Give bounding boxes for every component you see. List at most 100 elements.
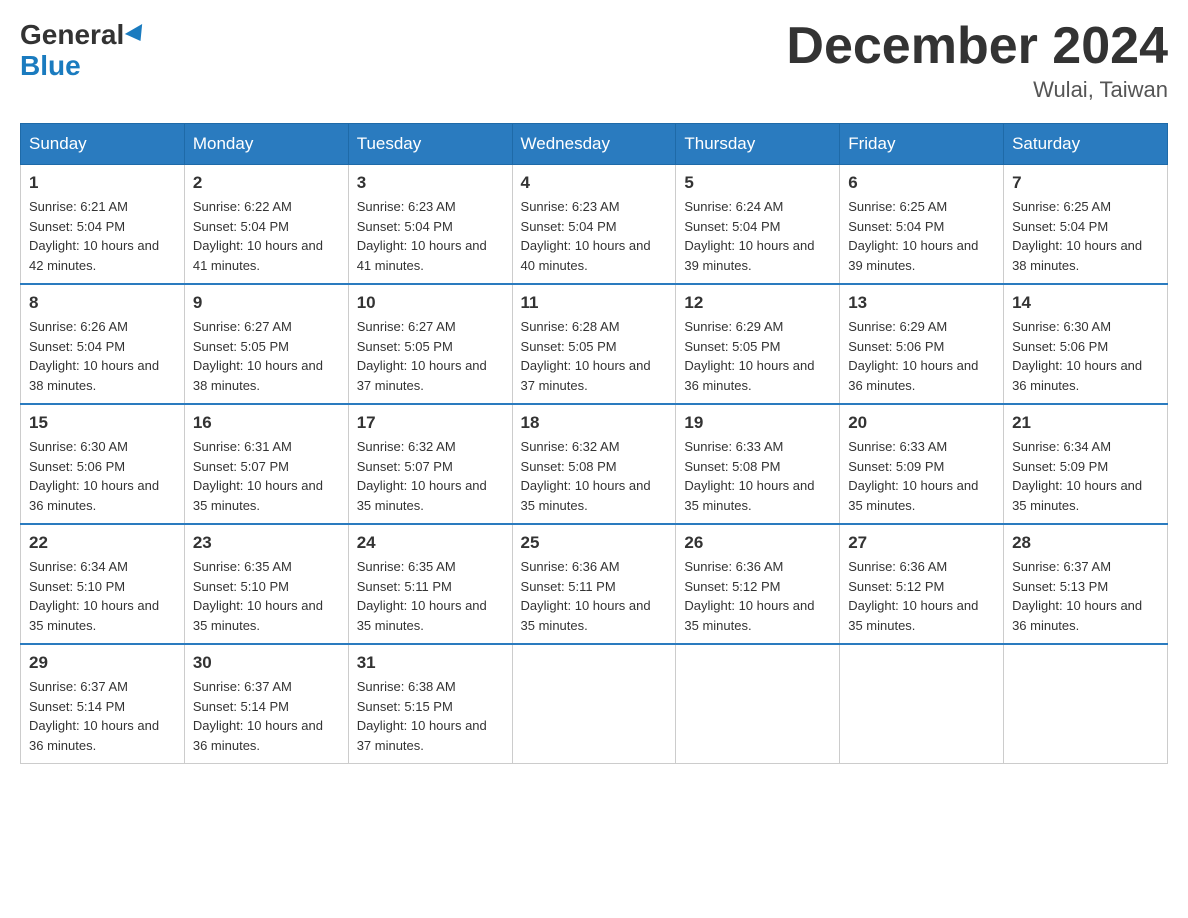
calendar-cell: 13 Sunrise: 6:29 AM Sunset: 5:06 PM Dayl… (840, 284, 1004, 404)
day-number: 28 (1012, 533, 1159, 553)
calendar-cell: 1 Sunrise: 6:21 AM Sunset: 5:04 PM Dayli… (21, 165, 185, 285)
day-number: 7 (1012, 173, 1159, 193)
calendar-table: SundayMondayTuesdayWednesdayThursdayFrid… (20, 123, 1168, 764)
calendar-cell: 11 Sunrise: 6:28 AM Sunset: 5:05 PM Dayl… (512, 284, 676, 404)
calendar-week-row: 1 Sunrise: 6:21 AM Sunset: 5:04 PM Dayli… (21, 165, 1168, 285)
day-number: 11 (521, 293, 668, 313)
day-info: Sunrise: 6:26 AM Sunset: 5:04 PM Dayligh… (29, 317, 176, 395)
day-number: 29 (29, 653, 176, 673)
weekday-header-sunday: Sunday (21, 124, 185, 165)
calendar-cell: 31 Sunrise: 6:38 AM Sunset: 5:15 PM Dayl… (348, 644, 512, 764)
day-number: 26 (684, 533, 831, 553)
weekday-header-monday: Monday (184, 124, 348, 165)
day-number: 8 (29, 293, 176, 313)
day-info: Sunrise: 6:36 AM Sunset: 5:11 PM Dayligh… (521, 557, 668, 635)
weekday-header-saturday: Saturday (1004, 124, 1168, 165)
calendar-cell: 17 Sunrise: 6:32 AM Sunset: 5:07 PM Dayl… (348, 404, 512, 524)
day-number: 19 (684, 413, 831, 433)
logo-triangle-icon (125, 24, 149, 46)
day-number: 1 (29, 173, 176, 193)
day-info: Sunrise: 6:29 AM Sunset: 5:05 PM Dayligh… (684, 317, 831, 395)
day-info: Sunrise: 6:34 AM Sunset: 5:09 PM Dayligh… (1012, 437, 1159, 515)
calendar-cell: 2 Sunrise: 6:22 AM Sunset: 5:04 PM Dayli… (184, 165, 348, 285)
calendar-cell: 23 Sunrise: 6:35 AM Sunset: 5:10 PM Dayl… (184, 524, 348, 644)
day-number: 20 (848, 413, 995, 433)
calendar-cell: 3 Sunrise: 6:23 AM Sunset: 5:04 PM Dayli… (348, 165, 512, 285)
logo-general-text: General (20, 19, 124, 50)
day-number: 13 (848, 293, 995, 313)
day-number: 27 (848, 533, 995, 553)
calendar-cell (1004, 644, 1168, 764)
day-info: Sunrise: 6:25 AM Sunset: 5:04 PM Dayligh… (1012, 197, 1159, 275)
day-number: 14 (1012, 293, 1159, 313)
day-number: 30 (193, 653, 340, 673)
day-info: Sunrise: 6:31 AM Sunset: 5:07 PM Dayligh… (193, 437, 340, 515)
day-number: 25 (521, 533, 668, 553)
calendar-cell: 8 Sunrise: 6:26 AM Sunset: 5:04 PM Dayli… (21, 284, 185, 404)
logo: General Blue (20, 20, 147, 82)
day-info: Sunrise: 6:36 AM Sunset: 5:12 PM Dayligh… (684, 557, 831, 635)
calendar-week-row: 29 Sunrise: 6:37 AM Sunset: 5:14 PM Dayl… (21, 644, 1168, 764)
weekday-header-tuesday: Tuesday (348, 124, 512, 165)
calendar-cell: 27 Sunrise: 6:36 AM Sunset: 5:12 PM Dayl… (840, 524, 1004, 644)
calendar-cell: 26 Sunrise: 6:36 AM Sunset: 5:12 PM Dayl… (676, 524, 840, 644)
day-info: Sunrise: 6:33 AM Sunset: 5:09 PM Dayligh… (848, 437, 995, 515)
day-info: Sunrise: 6:33 AM Sunset: 5:08 PM Dayligh… (684, 437, 831, 515)
calendar-cell: 6 Sunrise: 6:25 AM Sunset: 5:04 PM Dayli… (840, 165, 1004, 285)
calendar-cell: 20 Sunrise: 6:33 AM Sunset: 5:09 PM Dayl… (840, 404, 1004, 524)
day-number: 18 (521, 413, 668, 433)
day-number: 6 (848, 173, 995, 193)
day-info: Sunrise: 6:35 AM Sunset: 5:11 PM Dayligh… (357, 557, 504, 635)
day-number: 12 (684, 293, 831, 313)
day-info: Sunrise: 6:27 AM Sunset: 5:05 PM Dayligh… (357, 317, 504, 395)
calendar-cell: 4 Sunrise: 6:23 AM Sunset: 5:04 PM Dayli… (512, 165, 676, 285)
day-number: 9 (193, 293, 340, 313)
calendar-cell: 14 Sunrise: 6:30 AM Sunset: 5:06 PM Dayl… (1004, 284, 1168, 404)
day-info: Sunrise: 6:30 AM Sunset: 5:06 PM Dayligh… (29, 437, 176, 515)
day-number: 24 (357, 533, 504, 553)
location: Wulai, Taiwan (786, 77, 1168, 103)
day-info: Sunrise: 6:32 AM Sunset: 5:07 PM Dayligh… (357, 437, 504, 515)
day-info: Sunrise: 6:27 AM Sunset: 5:05 PM Dayligh… (193, 317, 340, 395)
day-info: Sunrise: 6:32 AM Sunset: 5:08 PM Dayligh… (521, 437, 668, 515)
calendar-cell: 25 Sunrise: 6:36 AM Sunset: 5:11 PM Dayl… (512, 524, 676, 644)
day-number: 31 (357, 653, 504, 673)
calendar-cell: 22 Sunrise: 6:34 AM Sunset: 5:10 PM Dayl… (21, 524, 185, 644)
day-info: Sunrise: 6:23 AM Sunset: 5:04 PM Dayligh… (357, 197, 504, 275)
calendar-cell: 28 Sunrise: 6:37 AM Sunset: 5:13 PM Dayl… (1004, 524, 1168, 644)
day-info: Sunrise: 6:30 AM Sunset: 5:06 PM Dayligh… (1012, 317, 1159, 395)
calendar-cell: 29 Sunrise: 6:37 AM Sunset: 5:14 PM Dayl… (21, 644, 185, 764)
weekday-header-wednesday: Wednesday (512, 124, 676, 165)
calendar-cell (840, 644, 1004, 764)
calendar-cell: 10 Sunrise: 6:27 AM Sunset: 5:05 PM Dayl… (348, 284, 512, 404)
month-title: December 2024 (786, 20, 1168, 72)
day-number: 16 (193, 413, 340, 433)
day-info: Sunrise: 6:37 AM Sunset: 5:13 PM Dayligh… (1012, 557, 1159, 635)
day-number: 21 (1012, 413, 1159, 433)
calendar-cell: 15 Sunrise: 6:30 AM Sunset: 5:06 PM Dayl… (21, 404, 185, 524)
day-info: Sunrise: 6:28 AM Sunset: 5:05 PM Dayligh… (521, 317, 668, 395)
day-info: Sunrise: 6:37 AM Sunset: 5:14 PM Dayligh… (193, 677, 340, 755)
weekday-header-row: SundayMondayTuesdayWednesdayThursdayFrid… (21, 124, 1168, 165)
day-number: 23 (193, 533, 340, 553)
page-header: General Blue December 2024 Wulai, Taiwan (20, 20, 1168, 103)
calendar-cell: 18 Sunrise: 6:32 AM Sunset: 5:08 PM Dayl… (512, 404, 676, 524)
calendar-cell: 7 Sunrise: 6:25 AM Sunset: 5:04 PM Dayli… (1004, 165, 1168, 285)
calendar-cell: 24 Sunrise: 6:35 AM Sunset: 5:11 PM Dayl… (348, 524, 512, 644)
day-info: Sunrise: 6:22 AM Sunset: 5:04 PM Dayligh… (193, 197, 340, 275)
calendar-cell: 21 Sunrise: 6:34 AM Sunset: 5:09 PM Dayl… (1004, 404, 1168, 524)
calendar-cell: 19 Sunrise: 6:33 AM Sunset: 5:08 PM Dayl… (676, 404, 840, 524)
calendar-cell: 30 Sunrise: 6:37 AM Sunset: 5:14 PM Dayl… (184, 644, 348, 764)
header-right: December 2024 Wulai, Taiwan (786, 20, 1168, 103)
calendar-cell: 9 Sunrise: 6:27 AM Sunset: 5:05 PM Dayli… (184, 284, 348, 404)
day-info: Sunrise: 6:36 AM Sunset: 5:12 PM Dayligh… (848, 557, 995, 635)
day-info: Sunrise: 6:24 AM Sunset: 5:04 PM Dayligh… (684, 197, 831, 275)
day-info: Sunrise: 6:34 AM Sunset: 5:10 PM Dayligh… (29, 557, 176, 635)
logo-blue-text: Blue (20, 51, 147, 82)
day-number: 10 (357, 293, 504, 313)
day-number: 17 (357, 413, 504, 433)
calendar-week-row: 15 Sunrise: 6:30 AM Sunset: 5:06 PM Dayl… (21, 404, 1168, 524)
calendar-cell: 12 Sunrise: 6:29 AM Sunset: 5:05 PM Dayl… (676, 284, 840, 404)
weekday-header-thursday: Thursday (676, 124, 840, 165)
day-info: Sunrise: 6:23 AM Sunset: 5:04 PM Dayligh… (521, 197, 668, 275)
